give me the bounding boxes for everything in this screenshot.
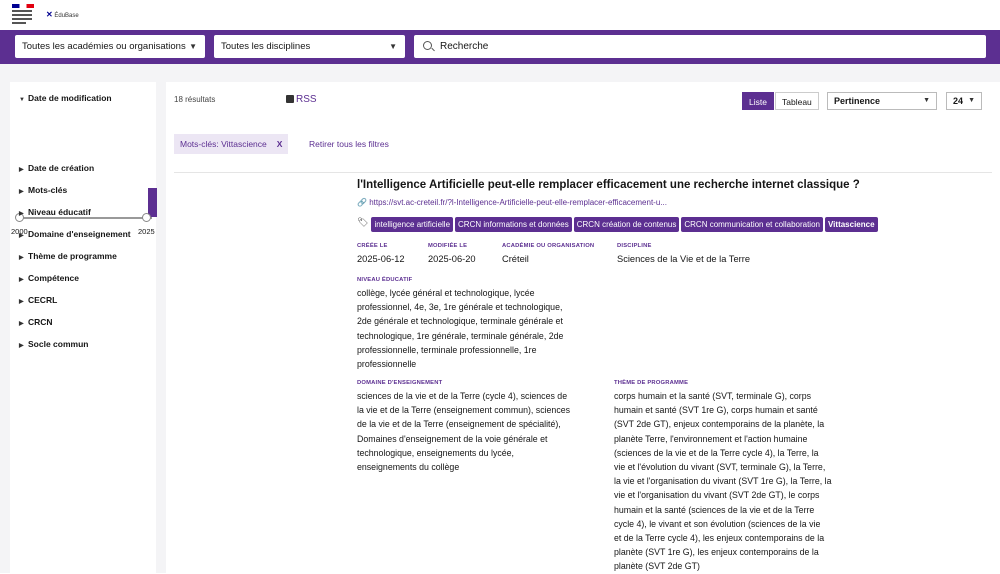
discipline-value: Sciences de la Vie et de la Terre <box>617 254 750 264</box>
republique-francaise-logo[interactable] <box>12 4 34 26</box>
search-icon <box>423 41 432 50</box>
sidebar-item-label: Thème de programme <box>28 251 117 261</box>
domain-label: DOMAINE D'ENSEIGNEMENT <box>357 380 443 386</box>
tag[interactable]: CRCN communication et collaboration <box>681 217 823 232</box>
active-filter-chip[interactable]: Mots-clés: Vittascience X <box>174 134 289 154</box>
sidebar-item-niveau[interactable]: ▶ Niveau éducatif <box>19 207 91 217</box>
year-slider-track[interactable] <box>19 217 152 219</box>
discipline-label: DISCIPLINE <box>617 243 652 249</box>
caret-right-icon: ▶ <box>19 233 24 239</box>
result-url-text: https://svt.ac-creteil.fr/?l-Intelligenc… <box>369 198 667 207</box>
result-url[interactable]: 🔗 https://svt.ac-creteil.fr/?l-Intellige… <box>357 198 667 207</box>
sort-select[interactable]: Pertinence ▼ <box>827 92 937 110</box>
sidebar-item-label: CECRL <box>28 295 58 305</box>
sidebar-item-label: Date de création <box>28 163 95 173</box>
caret-right-icon: ▶ <box>19 189 24 195</box>
caret-right-icon: ▶ <box>19 167 24 173</box>
rss-label: RSS <box>296 94 317 105</box>
chevron-down-icon: ▼ <box>968 97 975 104</box>
academy-label: ACADÉMIE OU ORGANISATION <box>502 243 595 249</box>
histogram-bar <box>148 188 157 217</box>
tag[interactable]: Vittascience <box>824 217 878 232</box>
caret-right-icon: ▶ <box>19 277 24 283</box>
caret-right-icon: ▶ <box>19 255 24 261</box>
header: ✕ ÉduBase <box>0 0 1000 30</box>
search-input[interactable]: Recherche <box>414 35 986 58</box>
theme-value: corps humain et la santé (SVT, terminale… <box>614 391 832 572</box>
year-max: 2025 <box>138 227 155 236</box>
theme-label: THÈME DE PROGRAMME <box>614 380 689 386</box>
sidebar-item-label: Socle commun <box>28 339 89 349</box>
sidebar-item-label: Niveau éducatif <box>28 207 91 217</box>
view-table-button[interactable]: Tableau <box>775 92 819 110</box>
sidebar-item-domaine[interactable]: ▶ Domaine d'enseignement <box>19 229 131 239</box>
academy-select-value: Toutes les académies ou organisations <box>22 41 186 52</box>
sidebar-item-socle[interactable]: ▶ Socle commun <box>19 339 88 349</box>
sidebar-item-competence[interactable]: ▶ Compétence <box>19 273 79 283</box>
sidebar-item-date-creation[interactable]: ▶ Date de création <box>19 163 94 173</box>
modified-value: 2025-06-20 <box>428 254 476 264</box>
results-panel: 18 résultats RSS Liste Tableau Pertinenc… <box>166 82 1000 573</box>
caret-right-icon: ▶ <box>19 343 24 349</box>
sidebar-item-label: Mots-clés <box>28 185 68 195</box>
tags-row: 🏷 intelligence artificielle CRCN informati… <box>357 217 880 233</box>
sidebar-item-theme[interactable]: ▶ Thème de programme <box>19 251 117 261</box>
sidebar-item-mots-cles[interactable]: ▶ Mots-clés <box>19 185 67 195</box>
academy-select[interactable]: Toutes les académies ou organisations ▼ <box>15 35 205 58</box>
academy-value: Créteil <box>502 254 529 264</box>
caret-right-icon: ▶ <box>19 299 24 305</box>
caret-right-icon: ▶ <box>19 321 24 327</box>
sidebar-item-cecrl[interactable]: ▶ CECRL <box>19 295 57 305</box>
view-list-button[interactable]: Liste <box>742 92 774 110</box>
sidebar-item-label: CRCN <box>28 317 53 327</box>
discipline-select-value: Toutes les disciplines <box>221 41 311 52</box>
tag[interactable]: intelligence artificielle <box>371 217 454 232</box>
divider <box>174 172 992 173</box>
created-label: CRÉÉE LE <box>357 243 388 249</box>
active-filter-label: Mots-clés: Vittascience <box>180 139 267 149</box>
sidebar-item-label: Domaine d'enseignement <box>28 229 131 239</box>
chevron-down-icon: ▼ <box>389 42 397 51</box>
per-page-select[interactable]: 24 ▼ <box>946 92 982 110</box>
modified-label: MODIFIÉE LE <box>428 243 468 249</box>
caret-down-icon: ▼ <box>19 97 25 103</box>
clear-filters-link[interactable]: Retirer tous les filtres <box>309 139 389 149</box>
domain-value: sciences de la vie et de la Terre (cycle… <box>357 391 571 473</box>
tag[interactable]: CRCN création de contenus <box>573 217 680 232</box>
tag[interactable]: CRCN informations et données <box>455 217 572 232</box>
flag-icon <box>12 4 34 8</box>
rss-link[interactable]: RSS <box>286 94 317 105</box>
caret-right-icon: ▶ <box>19 211 24 217</box>
per-page-value: 24 <box>953 96 964 106</box>
filter-bar: Toutes les académies ou organisations ▼ … <box>0 30 1000 64</box>
results-count: 18 résultats <box>174 95 216 104</box>
result-title[interactable]: l'Intelligence Artificielle peut-elle re… <box>357 179 860 191</box>
tag-icon: 🏷 <box>357 217 369 227</box>
sidebar-item-crcn[interactable]: ▶ CRCN <box>19 317 53 327</box>
date-modification-filter[interactable]: ▼ Date de modification <box>19 93 112 103</box>
filters-sidebar: ▼ Date de modification 2000 2025 ▶ Date de… <box>10 82 157 573</box>
link-icon: 🔗 <box>357 198 367 207</box>
created-value: 2025-06-12 <box>357 254 405 264</box>
search-input-value: Recherche <box>440 41 489 52</box>
sidebar-item-label: Compétence <box>28 273 80 283</box>
edubase-logo[interactable]: ✕ ÉduBase <box>46 10 79 19</box>
discipline-select[interactable]: Toutes les disciplines ▼ <box>214 35 405 58</box>
chevron-down-icon: ▼ <box>189 42 197 51</box>
slider-handle-max[interactable] <box>142 213 151 222</box>
level-label: NIVEAU ÉDUCATIF <box>357 277 413 283</box>
close-icon[interactable]: X <box>277 139 283 149</box>
rss-icon <box>286 95 294 103</box>
filter-label: Date de modification <box>28 93 112 103</box>
sort-select-value: Pertinence <box>834 96 881 106</box>
chevron-down-icon: ▼ <box>923 97 930 104</box>
level-value: collège, lycée général et technologique,… <box>357 288 564 370</box>
